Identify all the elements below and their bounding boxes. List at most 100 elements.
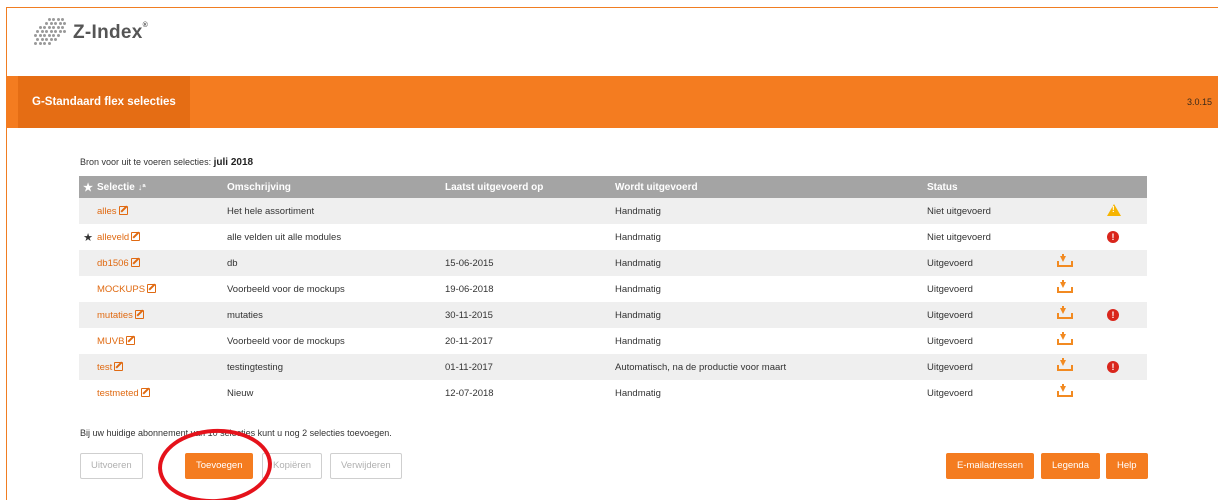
download-icon[interactable] [1057,306,1073,319]
table-row[interactable]: ★ alleveld alle velden uit alle modules Han… [79,224,1147,250]
header-banner: G-Standaard flex selecties 3.0.15 [6,76,1218,128]
edit-icon[interactable] [147,283,157,293]
selection-description: Voorbeeld voor de mockups [227,283,345,295]
run-schedule: Handmatig [615,205,661,217]
favorite-star-icon[interactable] [79,354,97,380]
download-cell [1057,250,1107,276]
table-header: ★ Selectie ↓ª Omschrijving Laatst uitgevo… [79,176,1147,198]
source-label: Bron voor uit te voeren selecties: [80,157,212,167]
download-cell [1057,302,1107,328]
edit-icon[interactable] [126,335,136,345]
alert-cell: ! [1107,302,1147,328]
table-row[interactable]: alles Het hele assortiment Handmatig Niet u… [79,198,1147,224]
run-schedule: Handmatig [615,335,661,347]
last-run-date: 15-06-2015 [445,257,494,269]
run-status: Uitgevoerd [927,361,973,373]
favorite-column-star-icon[interactable]: ★ [79,176,97,198]
edit-icon[interactable] [118,205,128,215]
help-button[interactable]: Help [1106,453,1148,479]
selection-name-link[interactable]: test [97,354,227,380]
run-schedule: Handmatig [615,257,661,269]
run-status: Uitgevoerd [927,309,973,321]
edit-icon[interactable] [130,257,140,267]
last-run-date: 20-11-2017 [445,335,493,347]
selection-description: testingtesting [227,361,283,373]
run-status: Uitgevoerd [927,283,973,295]
edit-icon[interactable] [140,387,150,397]
selection-name-link[interactable]: testmeted [97,380,227,406]
favorite-star-icon[interactable] [79,198,97,224]
download-cell [1057,224,1107,250]
selection-name-link[interactable]: alles [97,198,227,224]
run-button[interactable]: Uitvoeren [80,453,143,479]
edit-icon[interactable] [134,309,144,319]
selection-description: Voorbeeld voor de mockups [227,335,345,347]
sort-icon[interactable]: ↓ª [138,182,146,192]
favorite-star-icon[interactable] [79,250,97,276]
z-index-logo-icon [34,18,70,48]
column-wordt-uitgevoerd[interactable]: Wordt uitgevoerd [615,176,927,198]
table-row[interactable]: testmeted Nieuw 12-07-2018 Handmatig Uitgevo… [79,380,1147,406]
selections-table: ★ Selectie ↓ª Omschrijving Laatst uitgevo… [79,176,1147,406]
download-cell [1057,380,1107,406]
source-value: juli 2018 [213,157,254,168]
column-laatst-uitgevoerd[interactable]: Laatst uitgevoerd op [445,176,615,198]
favorite-star-icon[interactable]: ★ [79,224,97,250]
table-row[interactable]: mutaties mutaties 30-11-2015 Handmatig Uitge… [79,302,1147,328]
error-icon[interactable]: ! [1107,361,1119,373]
run-schedule: Handmatig [615,231,661,243]
table-row[interactable]: MOCKUPS Voorbeeld voor de mockups 19-06-20… [79,276,1147,302]
selection-description: Het hele assortiment [227,205,315,217]
table-row[interactable]: MUVB Voorbeeld voor de mockups 20-11-2017 H… [79,328,1147,354]
column-status[interactable]: Status [927,176,1057,198]
download-icon[interactable] [1057,332,1073,345]
favorite-star-icon[interactable] [79,380,97,406]
brand-logo[interactable]: Z-Index® [34,18,148,48]
selection-description: mutaties [227,309,263,321]
table-row[interactable]: db1506 db 15-06-2015 Handmatig Uitgevoerd [79,250,1147,276]
download-icon[interactable] [1057,280,1073,293]
email-addresses-button[interactable]: E-mailadressen [946,453,1034,479]
source-info: Bron voor uit te voeren selecties: juli … [80,157,253,168]
download-cell [1057,354,1107,380]
favorite-star-icon[interactable] [79,276,97,302]
selection-name-link[interactable]: MUVB [97,328,227,354]
table-body: alles Het hele assortiment Handmatig Niet u… [79,198,1147,406]
edit-icon[interactable] [131,231,141,241]
error-icon[interactable]: ! [1107,231,1119,243]
delete-button[interactable]: Verwijderen [330,453,402,479]
add-button[interactable]: Toevoegen [185,453,254,479]
download-icon[interactable] [1057,358,1073,371]
error-icon[interactable]: ! [1107,309,1119,321]
page-title[interactable]: G-Standaard flex selecties [18,76,190,128]
run-schedule: Handmatig [615,309,661,321]
selection-description: alle velden uit alle modules [227,231,342,243]
run-status: Niet uitgevoerd [927,231,991,243]
selection-name-link[interactable]: db1506 [97,250,227,276]
run-status: Uitgevoerd [927,335,973,347]
last-run-date: 12-07-2018 [445,387,494,399]
last-run-date: 01-11-2017 [445,361,493,373]
favorite-star-icon[interactable] [79,328,97,354]
column-selectie[interactable]: Selectie ↓ª [97,176,227,198]
favorite-star-icon[interactable] [79,302,97,328]
table-row[interactable]: test testingtesting 01-11-2017 Automatisch,… [79,354,1147,380]
subscription-note: Bij uw huidige abonnement van 10 selecti… [80,428,392,438]
download-icon[interactable] [1057,254,1073,267]
warning-icon[interactable] [1107,203,1121,216]
run-schedule: Automatisch, na de productie voor maart [615,361,787,373]
run-schedule: Handmatig [615,283,661,295]
brand-name: Z-Index® [73,22,149,43]
column-omschrijving[interactable]: Omschrijving [227,176,445,198]
alert-cell [1107,250,1147,276]
selection-name-link[interactable]: alleveld [97,224,227,250]
download-icon[interactable] [1057,384,1073,397]
legend-button[interactable]: Legenda [1041,453,1100,479]
download-cell [1057,198,1107,224]
selection-name-link[interactable]: mutaties [97,302,227,328]
edit-icon[interactable] [114,361,124,371]
copy-button[interactable]: Kopiëren [262,453,323,479]
alert-cell [1107,198,1147,224]
selection-name-link[interactable]: MOCKUPS [97,276,227,302]
alert-cell: ! [1107,224,1147,250]
